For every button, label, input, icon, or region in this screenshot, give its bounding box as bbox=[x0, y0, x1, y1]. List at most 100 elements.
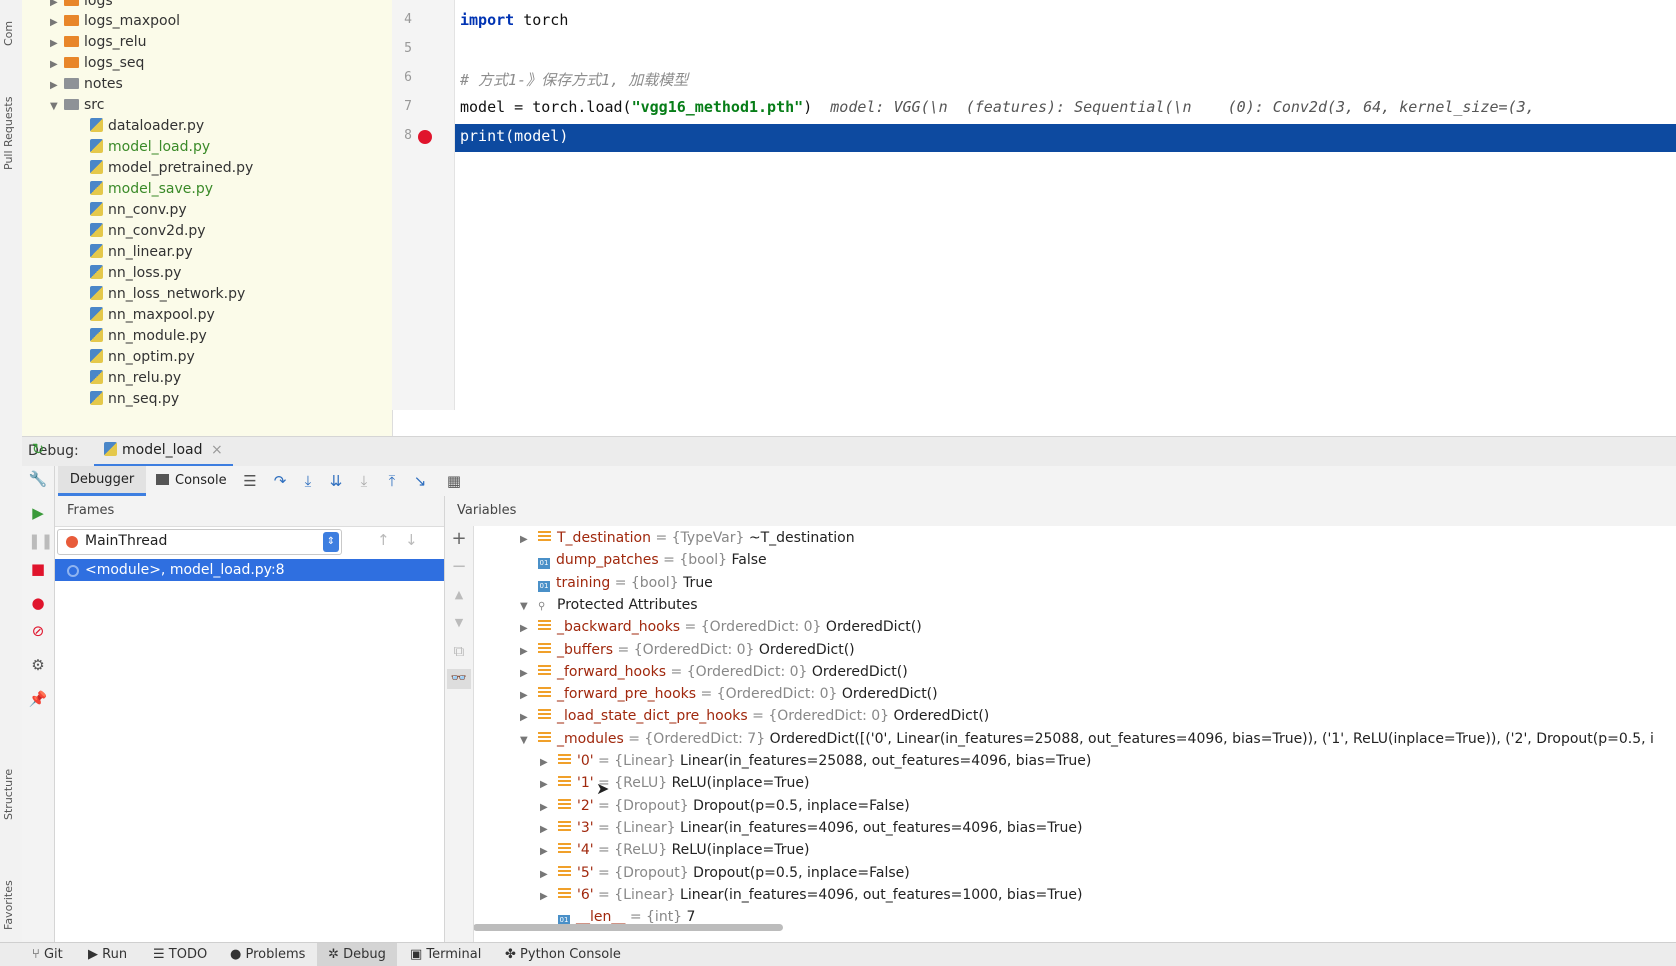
tree-file-dataloader[interactable]: dataloader.py bbox=[90, 115, 204, 137]
expand-arrow-icon[interactable]: ▶ bbox=[540, 886, 558, 908]
variable-row[interactable]: 01 training = {bool} True bbox=[520, 572, 713, 594]
tree-file-nn-loss[interactable]: nn_loss.py bbox=[90, 262, 181, 284]
tab-model-load[interactable]: model_load × bbox=[94, 437, 233, 467]
tree-file-nn-relu[interactable]: nn_relu.py bbox=[90, 367, 181, 389]
expand-arrow-icon[interactable]: ▶ bbox=[540, 752, 558, 774]
variable-row[interactable]: ▶ '5' = {Dropout} Dropout(p=0.5, inplace=… bbox=[540, 862, 910, 884]
stop-icon[interactable]: ■ bbox=[28, 559, 48, 579]
run-to-cursor-icon[interactable]: ↘ bbox=[410, 471, 430, 491]
step-into-icon[interactable]: ⤓ bbox=[298, 471, 318, 491]
tree-item-notes[interactable]: ▶ notes bbox=[50, 73, 123, 95]
rerun-icon[interactable]: ↻ bbox=[28, 439, 48, 459]
tree-item-logs-seq[interactable]: ▶ logs_seq bbox=[50, 52, 144, 74]
step-into-my-code-icon[interactable]: ⇊ bbox=[326, 471, 346, 491]
variable-row[interactable]: ▶ _forward_pre_hooks = {OrderedDict: 0} O… bbox=[520, 683, 938, 705]
horizontal-scrollbar[interactable] bbox=[474, 924, 783, 931]
tree-file-nn-module[interactable]: nn_module.py bbox=[90, 325, 207, 347]
layout-menu-icon[interactable]: ☰ bbox=[240, 471, 260, 491]
thread-selector[interactable]: MainThread ⇕ bbox=[57, 529, 342, 555]
resume-icon[interactable]: ▶ bbox=[28, 503, 48, 523]
force-step-into-icon[interactable]: ⤓ bbox=[354, 471, 374, 491]
variable-row[interactable]: ▶ '1' = {ReLU} ReLU(inplace=True) bbox=[540, 772, 809, 794]
mute-breakpoints-icon[interactable]: ⊘ bbox=[28, 621, 48, 641]
run-tool-button[interactable]: ▶ Run bbox=[88, 943, 127, 966]
expand-arrow-icon[interactable]: ▶ bbox=[540, 797, 558, 819]
collapse-arrow-icon[interactable]: ▼ bbox=[50, 96, 64, 118]
expand-arrow-icon[interactable]: ▶ bbox=[540, 864, 558, 886]
structure-tool-tab[interactable]: Structure bbox=[2, 769, 15, 820]
variable-value: Linear(in_features=4096, out_features=10… bbox=[680, 886, 1083, 903]
variable-row[interactable]: ▶ _load_state_dict_pre_hooks = {OrderedDi… bbox=[520, 705, 989, 727]
terminal-tool-button[interactable]: ▣ Terminal bbox=[410, 943, 481, 966]
tree-item-logs-relu[interactable]: ▶ logs_relu bbox=[50, 31, 146, 53]
expand-arrow-icon[interactable]: ▶ bbox=[540, 774, 558, 796]
expand-arrow-icon[interactable]: ▶ bbox=[520, 618, 538, 640]
tree-file-nn-linear[interactable]: nn_linear.py bbox=[90, 241, 193, 263]
variable-row[interactable]: ▶ T_destination = {TypeVar} ~T_destinatio… bbox=[520, 527, 855, 549]
evaluate-expression-icon[interactable]: ▦ bbox=[444, 471, 464, 491]
frame-down-icon[interactable]: ↓ bbox=[405, 531, 418, 549]
tree-file-nn-conv2d[interactable]: nn_conv2d.py bbox=[90, 220, 206, 242]
commit-tool-tab[interactable]: Com bbox=[2, 21, 15, 46]
expand-arrow-icon[interactable]: ▶ bbox=[520, 529, 538, 551]
copy-icon[interactable]: ⧉ bbox=[449, 641, 469, 661]
tree-file-model-pretrained[interactable]: model_pretrained.py bbox=[90, 157, 253, 179]
move-up-icon[interactable]: ▲ bbox=[449, 585, 469, 605]
python-console-tool-button[interactable]: ✤ Python Console bbox=[505, 943, 621, 966]
settings-wrench-icon[interactable]: 🔧 bbox=[28, 469, 48, 489]
favorites-tool-tab[interactable]: Favorites bbox=[2, 880, 15, 930]
variable-row[interactable]: ▶ _buffers = {OrderedDict: 0} OrderedDict… bbox=[520, 639, 855, 661]
step-over-icon[interactable]: ↷ bbox=[270, 471, 290, 491]
collapse-arrow-icon[interactable]: ▼ bbox=[520, 596, 538, 618]
variable-row[interactable]: ▶ _forward_hooks = {OrderedDict: 0} Order… bbox=[520, 661, 908, 683]
expand-arrow-icon[interactable]: ▶ bbox=[520, 685, 538, 707]
expand-arrow-icon[interactable]: ▶ bbox=[520, 707, 538, 729]
expand-arrow-icon[interactable]: ▶ bbox=[520, 663, 538, 685]
tree-item-logs-maxpool[interactable]: ▶ logs_maxpool bbox=[50, 10, 180, 32]
pin-icon[interactable]: 📌 bbox=[28, 689, 48, 709]
variable-row[interactable]: ▶ '4' = {ReLU} ReLU(inplace=True) bbox=[540, 839, 809, 861]
tab-console[interactable]: Console bbox=[156, 466, 227, 496]
code-editor[interactable]: import torch # 方式1-》保存方式1, 加载模型 model = … bbox=[455, 0, 1676, 410]
collapse-arrow-icon[interactable]: ▼ bbox=[520, 730, 538, 752]
variable-row[interactable]: ▶ '0' = {Linear} Linear(in_features=25088… bbox=[540, 750, 1091, 772]
tree-item-src[interactable]: ▼ src bbox=[50, 94, 104, 116]
pull-requests-tool-tab[interactable]: Pull Requests bbox=[2, 97, 15, 170]
glasses-icon[interactable]: 👓 bbox=[447, 669, 471, 689]
todo-tool-button[interactable]: ☰ TODO bbox=[153, 943, 207, 966]
frame-row-selected[interactable]: <module>, model_load.py:8 bbox=[55, 559, 444, 581]
move-down-icon[interactable]: ▼ bbox=[449, 613, 469, 633]
git-tool-button[interactable]: ⑂ Git bbox=[32, 943, 63, 966]
variable-row[interactable]: ▼ _modules = {OrderedDict: 7} OrderedDict… bbox=[520, 728, 1654, 750]
close-tab-icon[interactable]: × bbox=[211, 442, 223, 458]
tab-debugger[interactable]: Debugger bbox=[58, 466, 146, 496]
view-breakpoints-icon[interactable]: ● bbox=[28, 593, 48, 613]
frame-up-icon[interactable]: ↑ bbox=[377, 531, 390, 549]
variable-row[interactable]: ▶ _backward_hooks = {OrderedDict: 0} Orde… bbox=[520, 616, 922, 638]
tree-file-nn-optim[interactable]: nn_optim.py bbox=[90, 346, 195, 368]
variable-row[interactable]: 01 dump_patches = {bool} False bbox=[520, 549, 767, 571]
dropdown-chevron-icon[interactable]: ⇕ bbox=[323, 532, 339, 552]
tree-file-model-load[interactable]: model_load.py bbox=[90, 136, 210, 158]
variable-value: ~T_destination bbox=[748, 530, 855, 546]
add-watch-icon[interactable]: + bbox=[449, 529, 469, 549]
tree-file-nn-loss-network[interactable]: nn_loss_network.py bbox=[90, 283, 245, 305]
problems-tool-button[interactable]: ● Problems bbox=[230, 943, 305, 966]
tree-file-nn-seq[interactable]: nn_seq.py bbox=[90, 388, 179, 410]
expand-arrow-icon[interactable]: ▶ bbox=[540, 819, 558, 841]
variable-row[interactable]: ▶ '6' = {Linear} Linear(in_features=4096,… bbox=[540, 884, 1082, 906]
tree-file-model-save[interactable]: model_save.py bbox=[90, 178, 213, 200]
expand-arrow-icon[interactable]: ▶ bbox=[520, 641, 538, 663]
debug-tool-button[interactable]: ✲ Debug bbox=[317, 943, 397, 966]
tree-file-nn-conv[interactable]: nn_conv.py bbox=[90, 199, 187, 221]
remove-watch-icon[interactable]: − bbox=[449, 557, 469, 577]
step-out-icon[interactable]: ⤒ bbox=[382, 471, 402, 491]
variable-row[interactable]: ▶ '3' = {Linear} Linear(in_features=4096,… bbox=[540, 817, 1082, 839]
variable-row[interactable]: ▼ ⚲ Protected Attributes bbox=[520, 594, 698, 616]
tree-file-nn-maxpool[interactable]: nn_maxpool.py bbox=[90, 304, 215, 326]
expand-arrow-icon[interactable]: ▶ bbox=[540, 841, 558, 863]
gear-icon[interactable]: ⚙ bbox=[28, 655, 48, 675]
pause-icon[interactable]: ❚❚ bbox=[28, 531, 53, 551]
frames-header: Frames bbox=[55, 496, 444, 527]
breakpoint-icon[interactable] bbox=[418, 130, 432, 144]
